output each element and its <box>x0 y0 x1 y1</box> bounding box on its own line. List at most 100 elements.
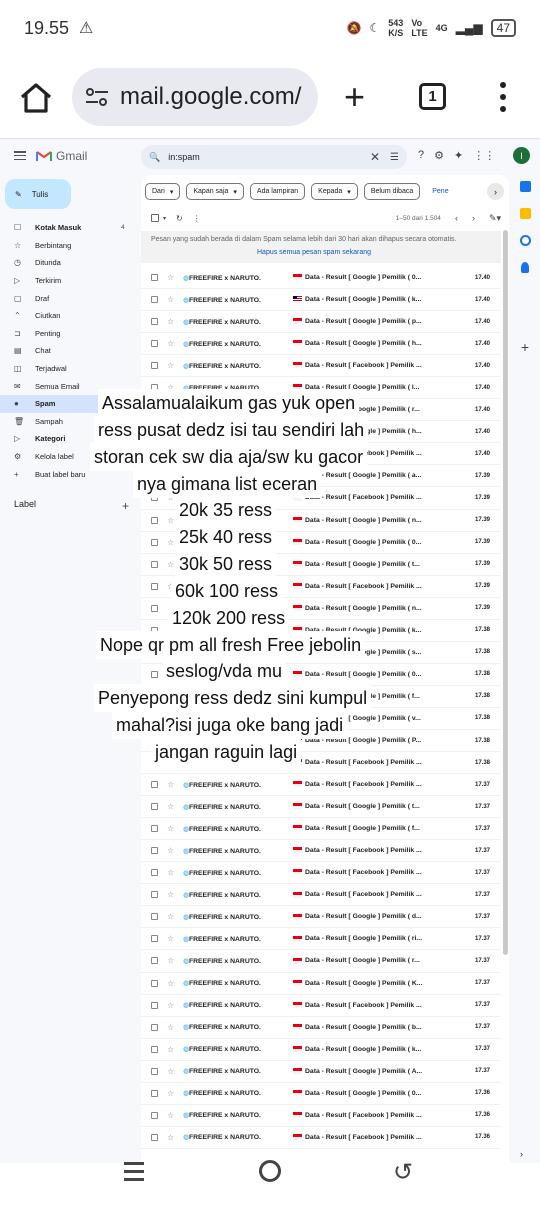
star-icon[interactable]: ☆ <box>167 339 174 348</box>
sidebar-item-chat[interactable]: ▤ Chat <box>0 342 140 360</box>
star-icon[interactable]: ☆ <box>167 582 174 591</box>
star-icon[interactable]: ☆ <box>167 736 174 745</box>
table-row[interactable]: ☆ ◍FREEFIRE x NARUTO. Data - Result [ Face… <box>141 774 501 797</box>
table-row[interactable]: ☆ ◍FREEFIRE x NARUTO. Data - Result [ Goog… <box>141 465 501 488</box>
table-row[interactable]: ☆ ◍FREEFIRE x NARUTO. Data - Result [ Goog… <box>141 686 501 708</box>
table-row[interactable]: ☆ ◍FREEFIRE x NARUTO. Data - Result [ Goog… <box>141 267 501 290</box>
filter-chip[interactable]: Ada lampiran <box>249 183 306 200</box>
row-checkbox[interactable] <box>151 582 158 590</box>
row-checkbox[interactable] <box>151 979 158 987</box>
table-row[interactable]: ☆ ◍FREEFIRE x NARUTO. Data - Result [ Goog… <box>141 950 501 973</box>
table-row[interactable]: ☆ ◍FREEFIRE x NARUTO. Data - Result [ Face… <box>141 576 501 598</box>
prev-page-icon[interactable]: ‹ <box>455 213 458 223</box>
search-input[interactable]: in:spam <box>168 152 200 162</box>
star-icon[interactable]: ☆ <box>167 604 174 613</box>
star-icon[interactable]: ☆ <box>167 1133 174 1142</box>
row-checkbox[interactable] <box>151 648 158 656</box>
site-settings-icon[interactable] <box>84 86 110 108</box>
expand-panel-icon[interactable]: › <box>520 1149 523 1159</box>
main-menu-icon[interactable] <box>14 151 26 160</box>
table-row[interactable]: ☆ ◍FREEFIRE x NARUTO. Data - Result [ Goog… <box>141 620 501 642</box>
row-checkbox[interactable] <box>151 538 158 546</box>
star-icon[interactable]: ☆ <box>167 427 174 436</box>
row-checkbox[interactable] <box>151 296 158 304</box>
keep-icon[interactable] <box>519 208 531 219</box>
table-row[interactable]: ☆ ◍FREEFIRE x NARUTO. Data - Result [ Goog… <box>141 399 501 422</box>
apps-grid-icon[interactable]: ⋮⋮ <box>473 149 495 162</box>
star-icon[interactable]: ☆ <box>167 846 174 855</box>
row-checkbox[interactable] <box>151 737 158 744</box>
row-checkbox[interactable] <box>151 759 158 767</box>
chevron-right-icon[interactable]: › <box>487 183 504 200</box>
gmail-logo[interactable]: Gmail <box>36 149 87 163</box>
table-row[interactable]: ☆ ◍FREEFIRE x NARUTO. Data - Result [ Face… <box>141 840 501 863</box>
sidebar-item-kelola-label[interactable]: ⚙ Kelola label <box>0 448 140 466</box>
star-icon[interactable]: ☆ <box>167 802 174 811</box>
row-checkbox[interactable] <box>151 957 158 965</box>
row-checkbox[interactable] <box>151 516 158 524</box>
search-icon[interactable]: 🔍 <box>149 152 160 163</box>
star-icon[interactable]: ☆ <box>167 449 174 458</box>
star-icon[interactable]: ☆ <box>167 979 174 988</box>
star-icon[interactable]: ☆ <box>167 1023 174 1032</box>
row-checkbox[interactable] <box>151 604 158 612</box>
sidebar-item-terjadwal[interactable]: ◫ Terjadwal <box>0 360 140 378</box>
recent-apps-icon[interactable] <box>124 1162 144 1186</box>
table-row[interactable]: ☆ ◍FREEFIRE x NARUTO. Data - Result [ Goog… <box>141 796 501 819</box>
star-icon[interactable]: ☆ <box>167 934 174 943</box>
row-checkbox[interactable] <box>151 1001 158 1009</box>
calendar-icon[interactable] <box>519 181 531 192</box>
sidebar-item-kategori[interactable]: ▷ Kategori <box>0 430 140 448</box>
sidebar-item-berbintang[interactable]: ☆ Berbintang <box>0 237 140 255</box>
add-label-icon[interactable]: + <box>122 499 129 513</box>
select-dropdown-icon[interactable]: ▾ <box>163 215 166 222</box>
star-icon[interactable]: ☆ <box>167 538 174 547</box>
star-icon[interactable]: ☆ <box>167 780 174 789</box>
row-checkbox[interactable] <box>151 1023 158 1031</box>
sidebar-item-penting[interactable]: ⊐ Penting <box>0 325 140 343</box>
star-icon[interactable]: ☆ <box>167 493 174 502</box>
table-row[interactable]: ☆ ◍FREEFIRE x NARUTO. Data - Result [ Goog… <box>141 532 501 554</box>
next-page-icon[interactable]: › <box>472 213 475 223</box>
row-checkbox[interactable] <box>151 406 158 414</box>
row-checkbox[interactable] <box>151 494 158 502</box>
star-icon[interactable]: ☆ <box>167 383 174 392</box>
star-icon[interactable]: ☆ <box>167 626 174 635</box>
table-row[interactable]: ☆ ◍FREEFIRE x NARUTO. Data - Result [ Face… <box>141 355 501 378</box>
row-checkbox[interactable] <box>151 935 158 943</box>
table-row[interactable]: ☆ ◍FREEFIRE x NARUTO. Data - Result [ Goog… <box>141 730 501 753</box>
sidebar-item-ditunda[interactable]: ◷ Ditunda <box>0 254 140 272</box>
star-icon[interactable]: ☆ <box>167 912 174 921</box>
row-checkbox[interactable] <box>151 318 158 326</box>
table-row[interactable]: ☆ ◍FREEFIRE x NARUTO. Data - Result [ Face… <box>141 995 501 1017</box>
avatar[interactable]: I <box>513 147 530 164</box>
search-bar[interactable]: 🔍 in:spam ✕ ☰ <box>141 145 407 169</box>
refresh-icon[interactable]: ↻ <box>176 214 183 223</box>
row-checkbox[interactable] <box>151 274 158 282</box>
search-options-icon[interactable]: ☰ <box>390 152 399 163</box>
star-icon[interactable]: ☆ <box>167 516 174 525</box>
settings-icon[interactable]: ⚙ <box>434 149 444 162</box>
star-icon[interactable]: ☆ <box>167 714 174 723</box>
filter-chip[interactable]: Kepada ▾ <box>311 183 358 200</box>
filter-chip[interactable]: Belum dibaca <box>363 183 421 200</box>
sidebar-item-kotak-masuk[interactable]: ☐ Kotak Masuk 4 <box>0 219 140 237</box>
star-icon[interactable]: ☆ <box>167 295 174 304</box>
row-checkbox[interactable] <box>151 626 158 634</box>
star-icon[interactable]: ☆ <box>167 317 174 326</box>
table-row[interactable]: ☆ ◍FREEFIRE x NARUTO. Data - Result [ Face… <box>141 1105 501 1127</box>
table-row[interactable]: ☆ ◍FREEFIRE x NARUTO. Data - Result [ Goog… <box>141 1061 501 1083</box>
row-checkbox[interactable] <box>151 891 158 899</box>
star-icon[interactable]: ☆ <box>167 1111 174 1120</box>
scrollbar[interactable] <box>503 230 508 955</box>
filter-chip[interactable]: Dari ▾ <box>145 183 181 200</box>
row-checkbox[interactable] <box>151 560 158 568</box>
star-icon[interactable]: ☆ <box>167 692 174 701</box>
table-row[interactable]: ☆ ◍FREEFIRE x NARUTO. Data - Result [ Goog… <box>141 289 501 312</box>
table-row[interactable]: ☆ ◍FREEFIRE x NARUTO. Data - Result [ Face… <box>141 1127 501 1149</box>
star-icon[interactable]: ☆ <box>167 560 174 569</box>
select-all-checkbox[interactable] <box>151 214 159 222</box>
sidebar-item-spam[interactable]: ● Spam <box>0 394 135 413</box>
star-icon[interactable]: ☆ <box>167 1089 174 1098</box>
table-row[interactable]: ☆ ◍FREEFIRE x NARUTO. Data - Result [ Face… <box>141 487 501 510</box>
